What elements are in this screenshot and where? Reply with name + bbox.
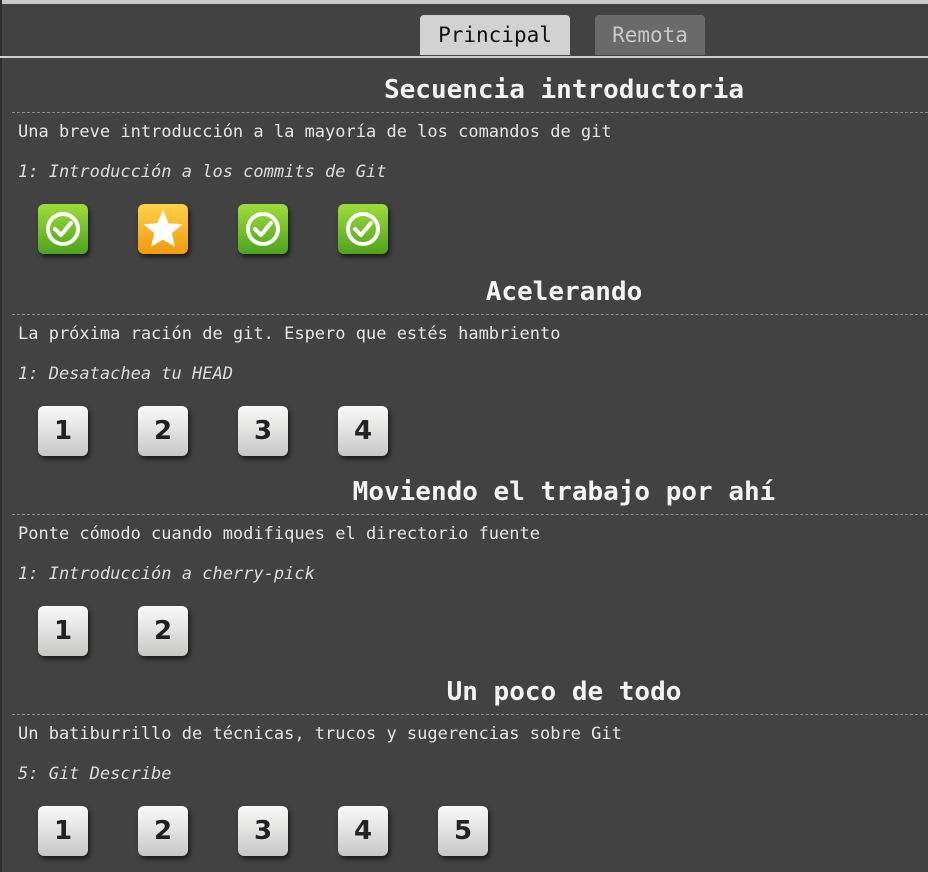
current-level-label: 1: Introducción a cherry-pick xyxy=(18,564,315,584)
level-button-2[interactable]: 2 xyxy=(138,806,188,856)
section-description: La próxima ración de git. Espero que est… xyxy=(18,324,561,344)
section-title: Secuencia introductoria xyxy=(383,75,745,105)
current-level-label: 5: Git Describe xyxy=(18,764,172,784)
level-button-1[interactable] xyxy=(38,204,88,254)
current-level-label: 1: Desatachea tu HEAD xyxy=(18,364,233,384)
divider xyxy=(12,314,928,315)
section-title: Un poco de todo xyxy=(446,677,682,707)
level-button-3[interactable] xyxy=(238,204,288,254)
tab-principal[interactable]: Principal xyxy=(420,15,570,55)
level-button-4[interactable] xyxy=(338,204,388,254)
level-button-2[interactable]: 2 xyxy=(138,606,188,656)
section-title: Moviendo el trabajo por ahí xyxy=(352,477,776,507)
level-button-1[interactable]: 1 xyxy=(38,806,88,856)
section-description: Ponte cómodo cuando modifiques el direct… xyxy=(18,524,540,544)
level-button-2[interactable] xyxy=(138,204,188,254)
window-top-border xyxy=(0,0,928,4)
divider xyxy=(12,112,928,113)
current-level-label: 1: Introducción a los commits de Git xyxy=(18,162,387,182)
level-button-3[interactable]: 3 xyxy=(238,806,288,856)
divider xyxy=(12,714,928,715)
section-description: Una breve introducción a la mayoría de l… xyxy=(18,122,612,142)
level-button-1[interactable]: 1 xyxy=(38,406,88,456)
level-button-3[interactable]: 3 xyxy=(238,406,288,456)
level-button-5[interactable]: 5 xyxy=(438,806,488,856)
section-description: Un batiburrillo de técnicas, trucos y su… xyxy=(18,724,622,744)
level-button-1[interactable]: 1 xyxy=(38,606,88,656)
tab-remota[interactable]: Remota xyxy=(595,15,705,55)
divider xyxy=(12,514,928,515)
level-button-4[interactable]: 4 xyxy=(338,406,388,456)
check-icon xyxy=(346,212,380,246)
window-left-border xyxy=(0,0,2,872)
check-icon xyxy=(46,212,80,246)
star-icon xyxy=(143,210,183,247)
section-title: Acelerando xyxy=(485,277,643,307)
check-icon xyxy=(246,212,280,246)
level-button-2[interactable]: 2 xyxy=(138,406,188,456)
tab-bar: Principal Remota xyxy=(0,14,928,58)
level-button-4[interactable]: 4 xyxy=(338,806,388,856)
